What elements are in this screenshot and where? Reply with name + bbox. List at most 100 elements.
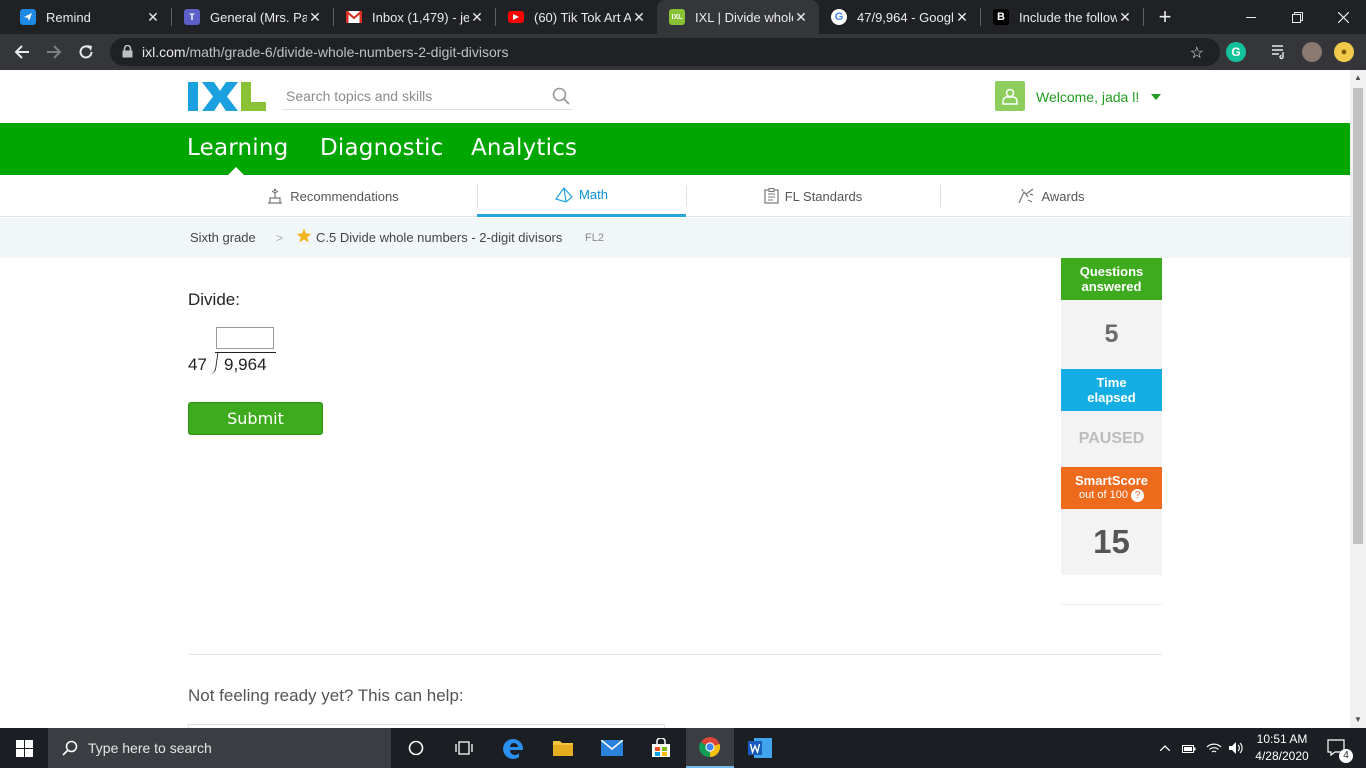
- smartscore-sublabel: out of 100?: [1079, 488, 1144, 503]
- tab-fl-standards[interactable]: FL Standards: [686, 175, 940, 217]
- chevron-up-icon[interactable]: [1156, 728, 1174, 768]
- taskbar: Type here to search 10:51 AM 4/28/2020 4: [0, 728, 1366, 768]
- clock-time: 10:51 AM: [1256, 732, 1308, 746]
- help-section-title: Not feeling ready yet? This can help:: [188, 686, 464, 705]
- bookmark-star-icon[interactable]: ☆: [1190, 43, 1204, 63]
- tab-awards[interactable]: Awards: [940, 175, 1162, 217]
- ixl-header: Welcome, jada l!: [0, 70, 1350, 123]
- tab-youtube[interactable]: (60) Tik Tok Art An ✕: [496, 0, 657, 34]
- wifi-icon[interactable]: [1204, 728, 1224, 768]
- tab-title: Inbox (1,479) - jea: [372, 9, 469, 25]
- window-close-icon[interactable]: [1320, 0, 1366, 34]
- cortana-icon[interactable]: [392, 728, 440, 768]
- profile-avatar[interactable]: [1302, 42, 1322, 62]
- time-elapsed-value[interactable]: PAUSED: [1061, 411, 1162, 467]
- mail-icon[interactable]: [588, 728, 636, 768]
- tab-math[interactable]: Math: [477, 175, 686, 217]
- nav-analytics[interactable]: Analytics: [471, 135, 577, 161]
- submit-button[interactable]: Submit: [188, 402, 323, 435]
- url-host: ixl.com: [142, 44, 186, 60]
- grammarly-icon[interactable]: G: [1226, 42, 1246, 62]
- store-icon[interactable]: [637, 728, 685, 768]
- close-tab-icon[interactable]: ✕: [954, 9, 970, 26]
- tab-remind[interactable]: Remind ✕: [8, 0, 171, 34]
- close-tab-icon[interactable]: ✕: [793, 9, 809, 26]
- awards-icon: [1018, 188, 1034, 204]
- scroll-up-icon[interactable]: ▲: [1350, 70, 1366, 86]
- reload-icon[interactable]: [73, 39, 99, 65]
- windows-start-icon[interactable]: [0, 728, 48, 768]
- welcome-text[interactable]: Welcome, jada l!: [1036, 89, 1139, 105]
- address-bar[interactable]: ixl.com/math/grade-6/divide-whole-number…: [110, 38, 1220, 66]
- help-icon[interactable]: ?: [1130, 489, 1144, 502]
- search-input[interactable]: [286, 88, 536, 104]
- chevron-right-icon: >: [276, 231, 284, 245]
- close-tab-icon[interactable]: ✕: [145, 9, 161, 26]
- url-text: ixl.com/math/grade-6/divide-whole-number…: [142, 44, 508, 60]
- remind-icon: [20, 9, 36, 25]
- file-explorer-icon[interactable]: [539, 728, 587, 768]
- page-scrollbar[interactable]: ▲ ▼: [1350, 70, 1366, 728]
- user-avatar[interactable]: [995, 81, 1025, 111]
- sub-nav: Recommendations Math FL Standards Awards: [0, 175, 1350, 217]
- stat-label: Questions: [1079, 264, 1144, 279]
- youtube-icon: [508, 11, 524, 23]
- close-tab-icon[interactable]: ✕: [307, 9, 323, 26]
- nav-diagnostic[interactable]: Diagnostic: [320, 135, 443, 161]
- smartscore-value: 15: [1061, 509, 1162, 575]
- close-tab-icon[interactable]: ✕: [631, 9, 647, 26]
- scroll-down-icon[interactable]: ▼: [1350, 712, 1366, 728]
- tab-gmail[interactable]: Inbox (1,479) - jea ✕: [334, 0, 495, 34]
- close-tab-icon[interactable]: ✕: [1117, 9, 1133, 26]
- tab-label: Awards: [1041, 188, 1085, 204]
- notifications-icon[interactable]: 4: [1320, 728, 1354, 768]
- edge-icon[interactable]: [490, 728, 538, 768]
- media-queue-icon[interactable]: [1270, 42, 1290, 62]
- search-icon[interactable]: [552, 87, 570, 105]
- taskbar-search-text: Type here to search: [88, 740, 212, 756]
- tab-recommendations[interactable]: Recommendations: [188, 175, 477, 217]
- chrome-icon[interactable]: [686, 728, 734, 768]
- answer-input[interactable]: [216, 327, 274, 349]
- tab-title: General (Mrs. Parh: [210, 9, 307, 25]
- forward-icon[interactable]: [41, 39, 67, 65]
- tab-title: (60) Tik Tok Art An: [534, 9, 631, 25]
- nav-learning[interactable]: Learning: [187, 135, 288, 161]
- breadcrumb-grade[interactable]: Sixth grade: [190, 230, 256, 245]
- division-vinculum: [215, 352, 276, 353]
- tab-brainly[interactable]: B Include the followi ✕: [981, 0, 1143, 34]
- scroll-thumb[interactable]: [1353, 88, 1363, 544]
- taskbar-search[interactable]: Type here to search: [48, 728, 391, 768]
- star-icon[interactable]: [296, 228, 312, 243]
- new-tab-button[interactable]: +: [1152, 4, 1178, 30]
- stats-panel: Questions answered 5 Time elapsed PAUSED…: [1061, 258, 1162, 605]
- task-view-icon[interactable]: [440, 728, 488, 768]
- divider: [1061, 604, 1162, 605]
- skill-code: FL2: [585, 232, 604, 244]
- lock-icon: [122, 45, 133, 58]
- question-prompt: Divide:: [188, 290, 240, 309]
- back-icon[interactable]: [9, 39, 35, 65]
- close-tab-icon[interactable]: ✕: [469, 9, 485, 26]
- tab-ixl[interactable]: IXL IXL | Divide whole ✕: [657, 0, 819, 34]
- search-box: [282, 84, 572, 110]
- questions-answered-header: Questions answered: [1061, 258, 1162, 300]
- tab-title: Include the followi: [1019, 9, 1117, 25]
- notification-count: 4: [1339, 749, 1353, 763]
- tab-teams[interactable]: T General (Mrs. Parh ✕: [172, 0, 333, 34]
- chevron-down-icon[interactable]: [1151, 94, 1161, 100]
- tab-google[interactable]: G 47/9,964 - Google ✕: [819, 0, 980, 34]
- tab-divider: [1143, 8, 1144, 26]
- word-icon[interactable]: [736, 728, 784, 768]
- restore-icon[interactable]: [1274, 0, 1320, 34]
- divisor: 47: [188, 355, 207, 374]
- extension-icon[interactable]: ●: [1334, 42, 1354, 62]
- ixl-logo[interactable]: [188, 82, 266, 111]
- volume-icon[interactable]: [1226, 728, 1246, 768]
- taskbar-clock[interactable]: 10:51 AM 4/28/2020: [1250, 731, 1314, 765]
- browser-tab-strip: Remind ✕ T General (Mrs. Parh ✕ Inbox (1…: [0, 0, 1366, 34]
- dividend: 9,964: [224, 355, 267, 374]
- battery-icon[interactable]: [1180, 728, 1198, 768]
- questions-answered-value: 5: [1061, 300, 1162, 369]
- minimize-icon[interactable]: [1228, 0, 1274, 34]
